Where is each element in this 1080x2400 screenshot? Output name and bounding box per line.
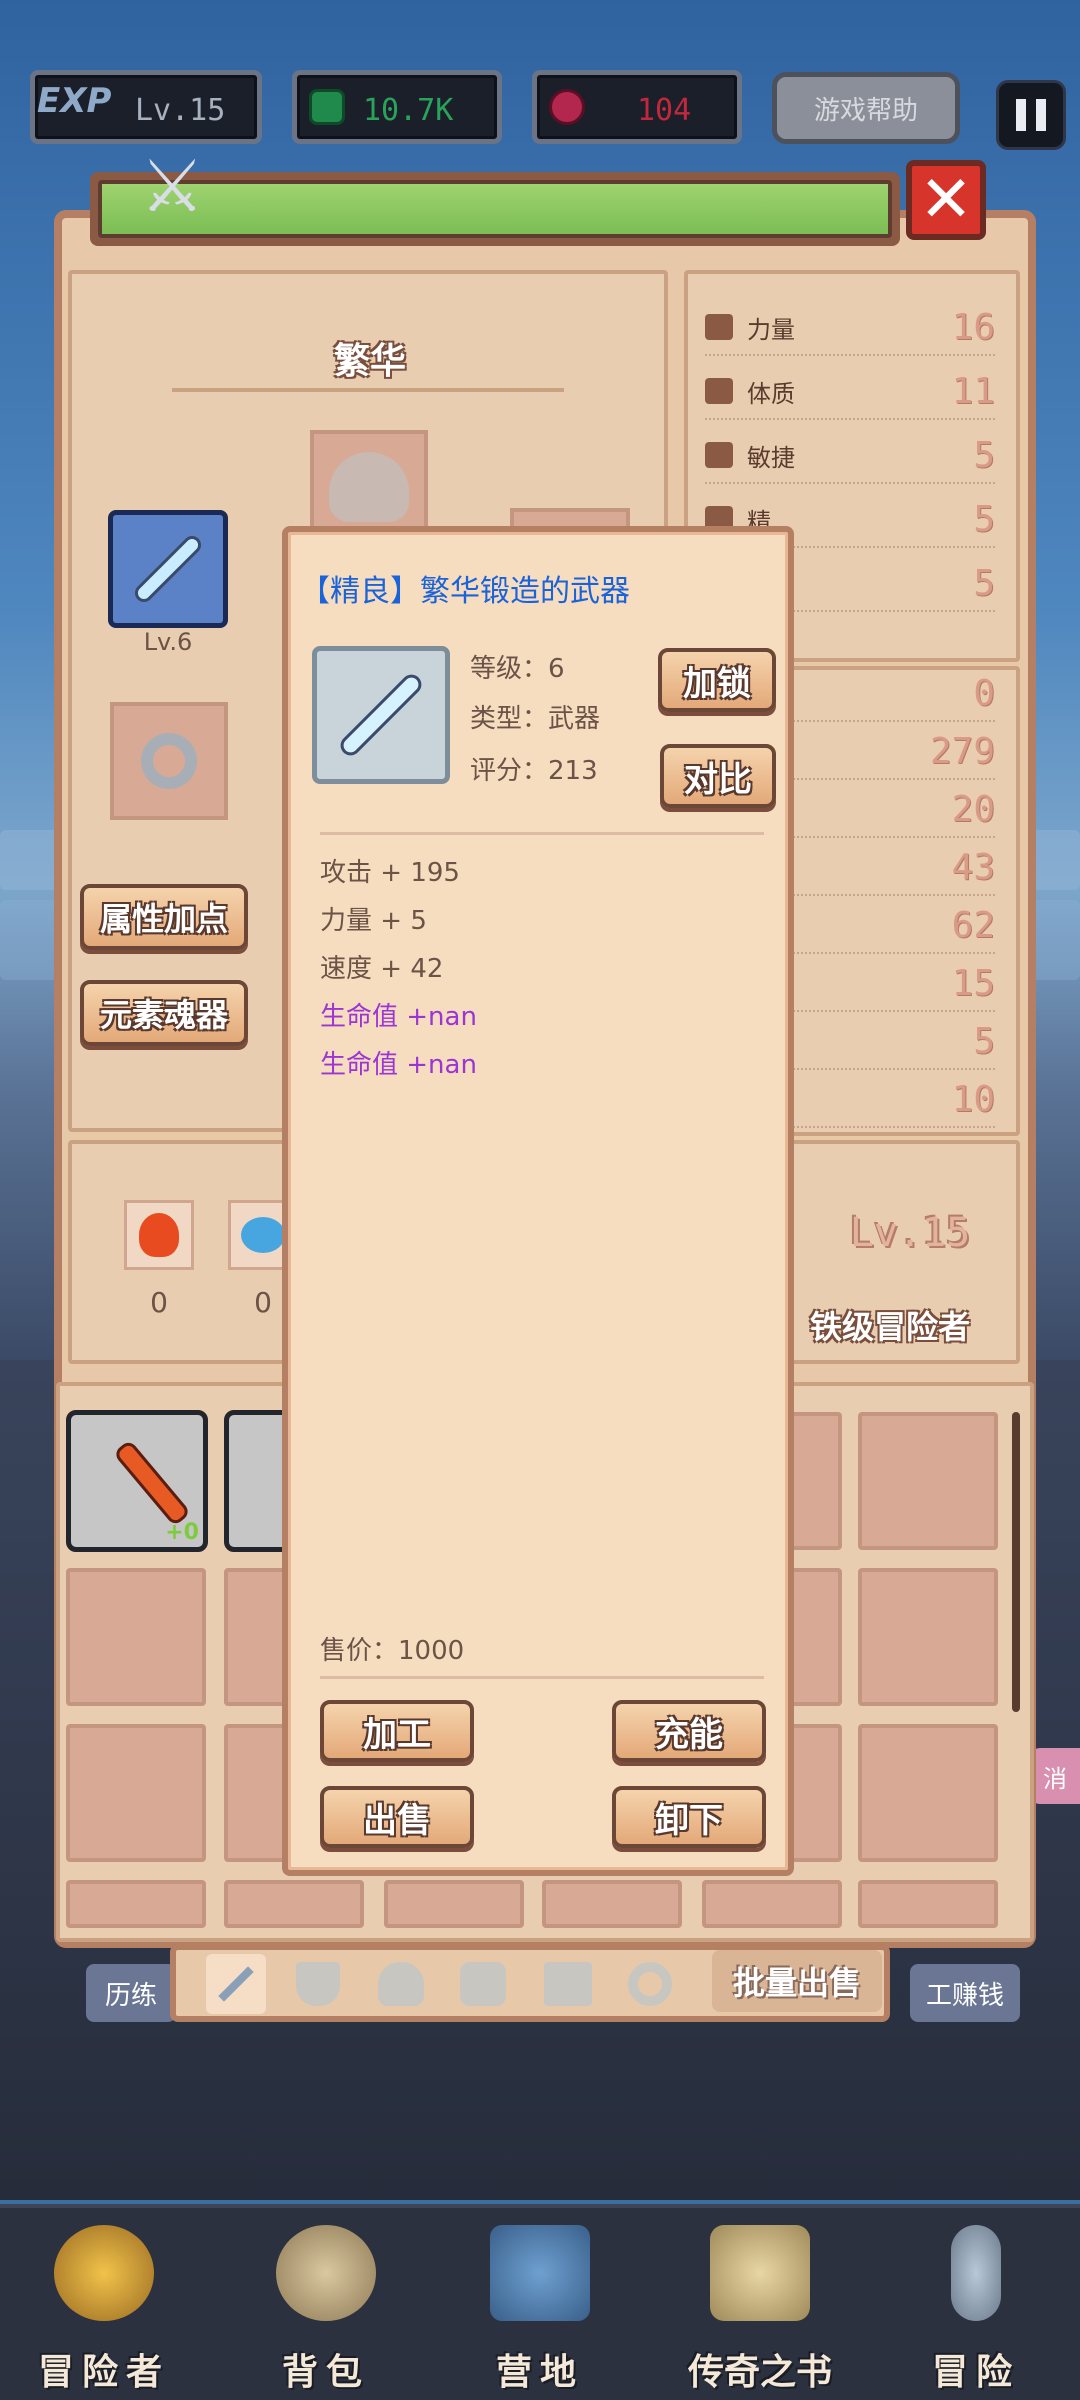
inventory-slot[interactable] xyxy=(858,1568,998,1706)
item-level: 等级：6 xyxy=(470,654,565,684)
item-attribute: 攻击 + 195 xyxy=(320,858,460,888)
rubies-count: 104 xyxy=(637,93,692,128)
close-button[interactable]: ✕ xyxy=(906,160,986,240)
hero-rank: 铁级冒险者 xyxy=(809,1308,970,1346)
stat-row: 敏捷 5 xyxy=(705,428,995,484)
shield-tab-icon[interactable] xyxy=(296,1962,340,2006)
item-special-attribute: 生命值 +nan xyxy=(320,1002,477,1032)
item-type: 类型：武器 xyxy=(470,704,601,734)
help-button[interactable]: 游戏帮助 xyxy=(772,72,960,144)
boot-icon xyxy=(705,442,733,468)
stat-row: 力量 16 xyxy=(705,300,995,356)
water-element-icon xyxy=(241,1217,285,1253)
inventory-slot[interactable] xyxy=(542,1880,682,1928)
nav-camp[interactable]: 营地 xyxy=(440,2215,640,2395)
hero-name: 繁华 xyxy=(333,341,406,382)
armor-tab-icon[interactable] xyxy=(460,1962,506,2006)
side-tab-right[interactable]: 工赚钱 xyxy=(910,1964,1020,2022)
item-score: 评分：213 xyxy=(470,756,598,786)
unequip-button[interactable]: 卸下 xyxy=(612,1786,766,1848)
nav-backpack[interactable]: 背包 xyxy=(226,2215,426,2395)
fire-element-icon xyxy=(139,1213,179,1257)
item-title: 【精良】繁华锻造的武器 xyxy=(300,574,630,609)
gems-box: 10.7K xyxy=(292,70,502,144)
sword-tab-icon xyxy=(218,1966,254,2002)
fire-element-slot[interactable] xyxy=(124,1200,194,1270)
hero-level: Lv.15 xyxy=(849,1210,971,1256)
inventory-slot[interactable] xyxy=(384,1880,524,1928)
inventory-slot[interactable] xyxy=(66,1724,206,1862)
helmet-tab-icon[interactable] xyxy=(378,1962,424,2006)
crown-icon xyxy=(54,2225,154,2321)
stat-row: 体质 11 xyxy=(705,364,995,420)
bulk-sell-button[interactable]: 批量出售 xyxy=(712,1950,882,2012)
item-special-attribute: 生命值 +nan xyxy=(320,1050,477,1080)
crossed-swords-icon: ⚔ xyxy=(140,144,205,228)
inventory-scrollbar[interactable] xyxy=(1012,1412,1020,1712)
strength-icon xyxy=(705,314,733,340)
inventory-slot[interactable] xyxy=(66,1880,206,1928)
backpack-icon xyxy=(276,2225,376,2321)
item-attribute: 速度 + 42 xyxy=(320,954,444,984)
exp-badge: EXP xyxy=(37,81,112,121)
lock-button[interactable]: 加锁 xyxy=(658,648,776,712)
ring-icon xyxy=(141,733,197,789)
item-icon-frame xyxy=(312,646,450,784)
fire-element-count: 0 xyxy=(150,1286,168,1319)
inventory-slot[interactable] xyxy=(858,1880,998,1928)
weapon-slot[interactable] xyxy=(108,510,228,628)
weapon-level: Lv.6 xyxy=(143,628,193,656)
nav-adventure[interactable]: 冒险 xyxy=(876,2215,1076,2395)
nav-adventurer[interactable]: 冒险者 xyxy=(4,2215,204,2395)
inventory-slot[interactable] xyxy=(858,1412,998,1550)
player-level: Lv.15 xyxy=(135,93,226,128)
element-soul-button[interactable]: 元素魂器 xyxy=(80,980,248,1046)
flame-sword-icon xyxy=(116,1443,188,1523)
ruby-icon xyxy=(549,89,585,125)
nav-legend-book[interactable]: 传奇之书 xyxy=(660,2215,860,2395)
pause-button[interactable] xyxy=(996,80,1066,150)
divider xyxy=(320,1676,764,1679)
sword-icon xyxy=(951,2225,1001,2321)
item-sword-icon xyxy=(340,674,422,756)
inventory-slot[interactable] xyxy=(224,1880,364,1928)
banner-icon xyxy=(490,2225,590,2321)
sell-button[interactable]: 出售 xyxy=(320,1786,474,1848)
inventory-slot[interactable] xyxy=(858,1724,998,1862)
ring-tab-icon[interactable] xyxy=(628,1962,672,2006)
emerald-icon xyxy=(309,89,345,125)
side-tab-left[interactable]: 历练 xyxy=(86,1964,176,2022)
process-button[interactable]: 加工 xyxy=(320,1700,474,1762)
level-box: EXP Lv.15 xyxy=(30,70,262,144)
compare-button[interactable]: 对比 xyxy=(660,744,776,808)
weapon-sword-icon xyxy=(135,536,201,602)
charge-button[interactable]: 充能 xyxy=(612,1700,766,1762)
sword-tab[interactable] xyxy=(206,1954,266,2014)
side-tab-edge[interactable]: 消 xyxy=(1030,1748,1080,1804)
item-price: 售价：1000 xyxy=(320,1636,465,1666)
item-attribute: 力量 + 5 xyxy=(320,906,427,936)
pause-icon xyxy=(1016,99,1026,131)
skull-helmet-icon xyxy=(329,452,409,522)
inventory-slot-flame-sword[interactable]: +0 xyxy=(66,1410,208,1552)
pants-tab-icon[interactable] xyxy=(544,1962,592,2006)
gems-count: 10.7K xyxy=(363,93,454,128)
divider xyxy=(172,388,564,392)
book-icon xyxy=(710,2225,810,2321)
divider xyxy=(320,832,764,835)
rubies-box: 104 xyxy=(532,70,742,144)
heart-icon xyxy=(705,378,733,404)
ring-slot[interactable] xyxy=(110,702,228,820)
attr-points-button[interactable]: 属性加点 xyxy=(80,884,248,950)
inventory-slot[interactable] xyxy=(702,1880,842,1928)
inventory-slot[interactable] xyxy=(66,1568,206,1706)
item-enhance-level: +0 xyxy=(165,1520,199,1545)
